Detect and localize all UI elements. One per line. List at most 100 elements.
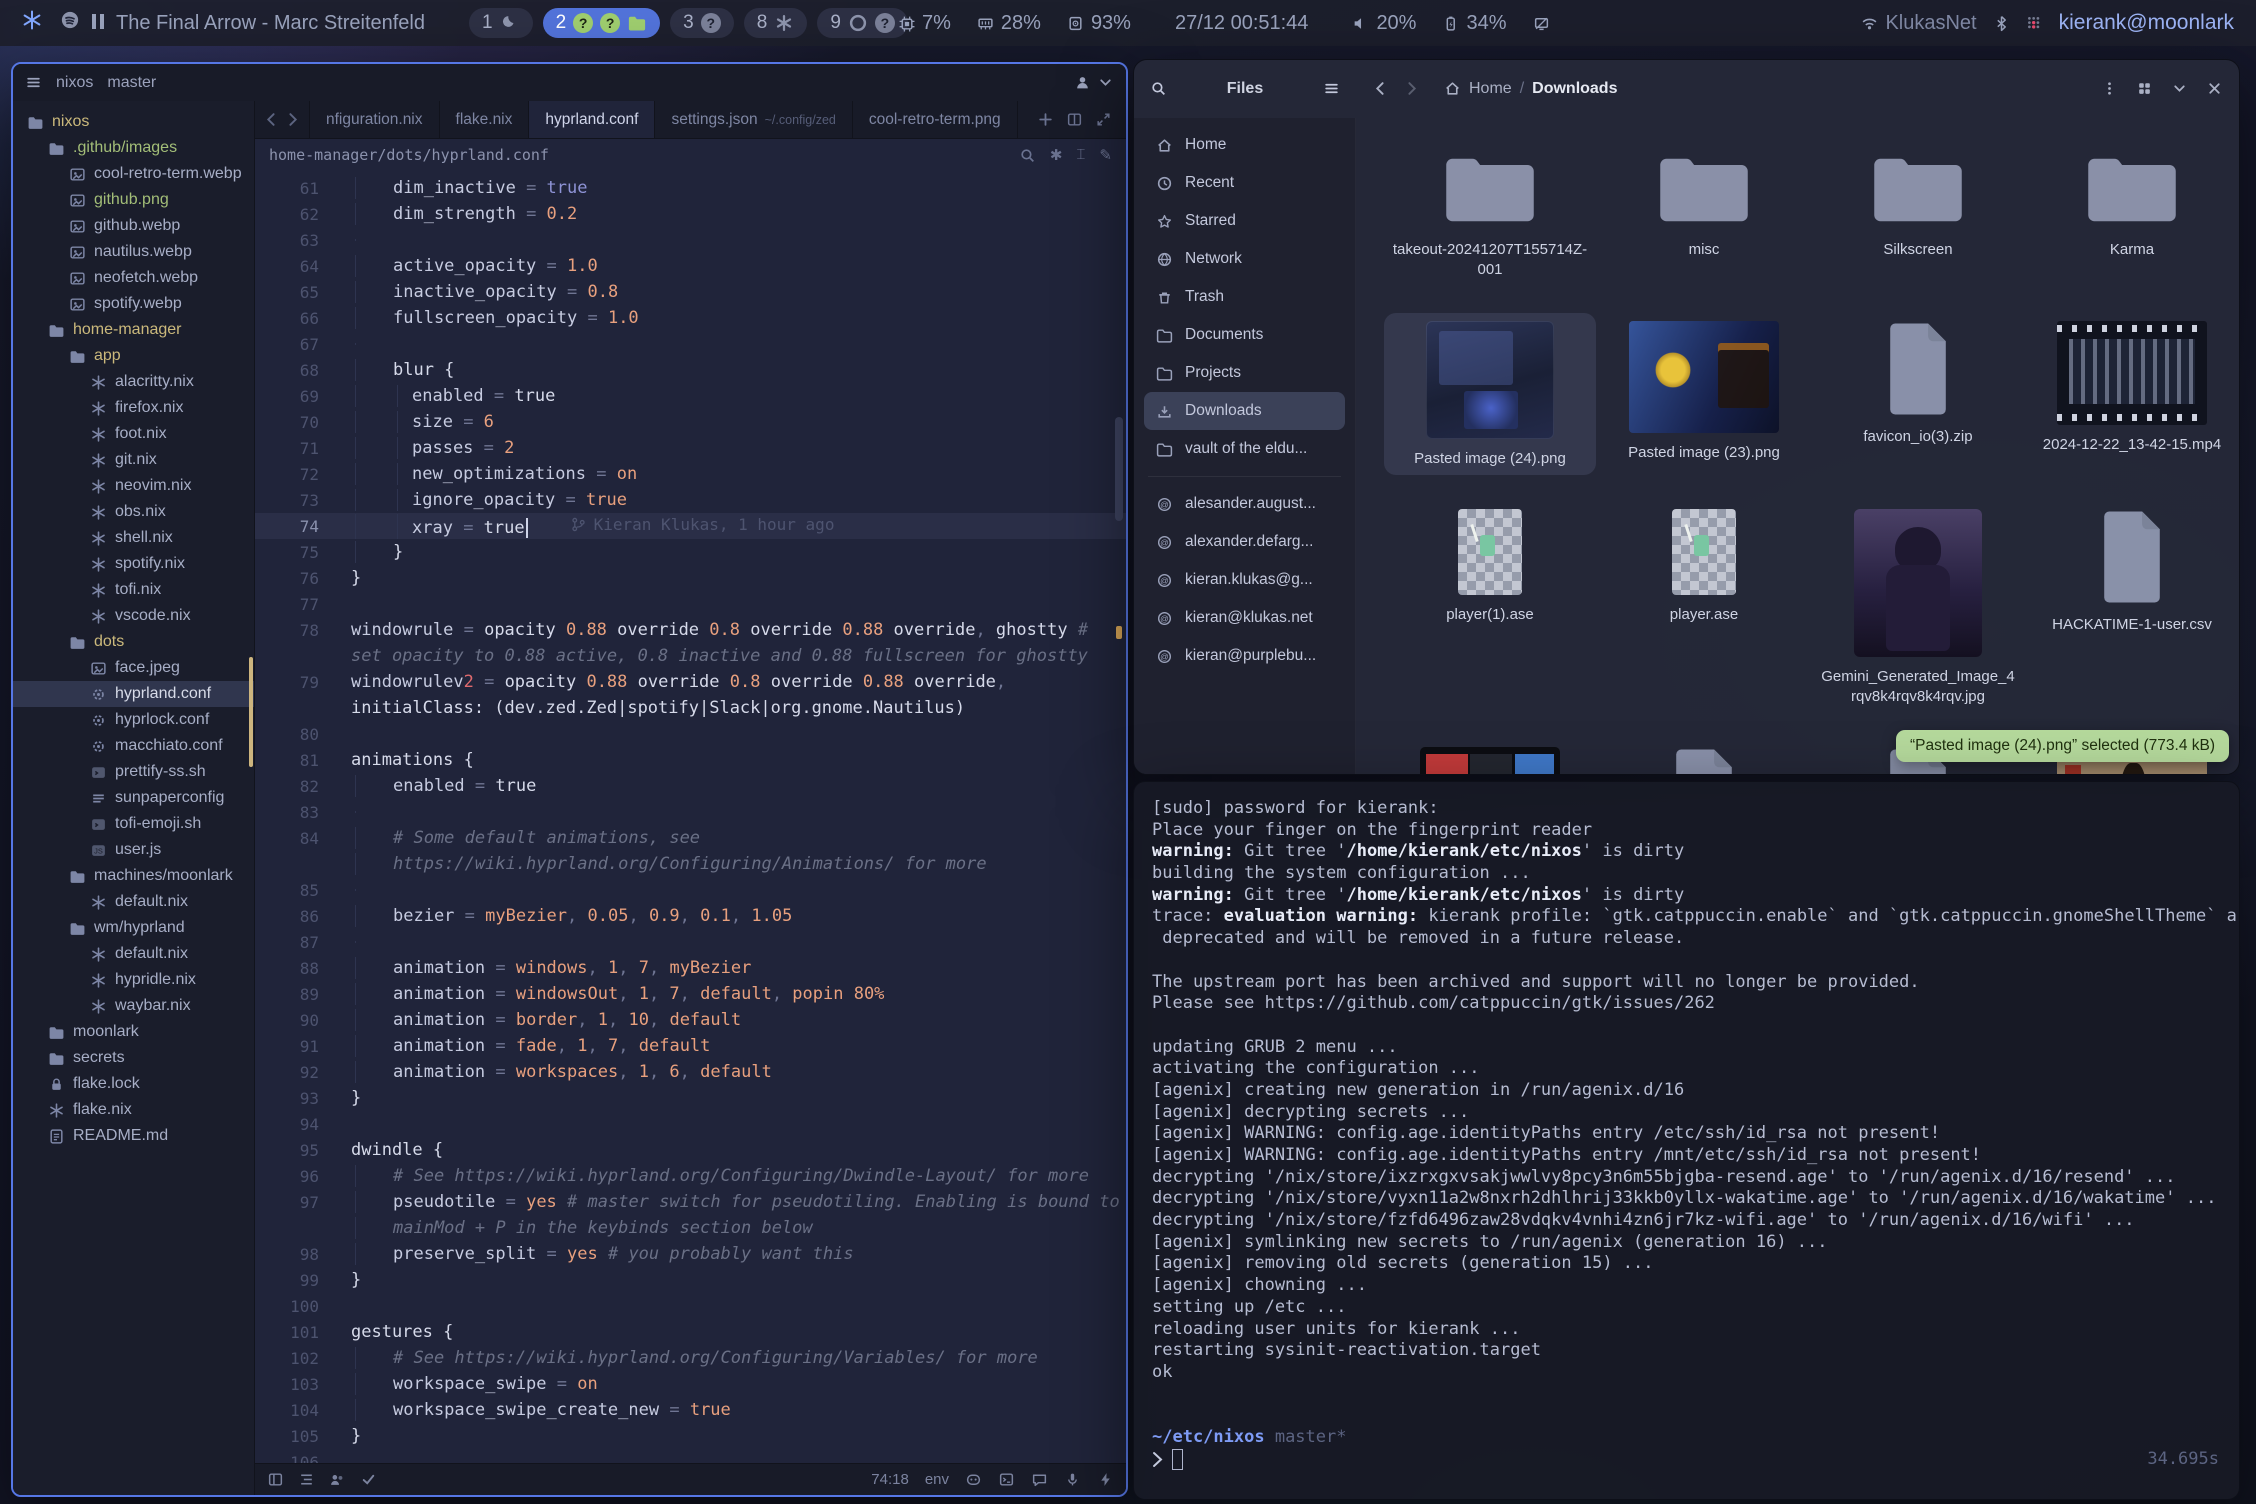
new-tab-icon[interactable] (1037, 111, 1054, 129)
outline-icon[interactable] (298, 1471, 315, 1489)
file-item[interactable]: Silkscreen (1812, 142, 2024, 287)
terminal-toggle-icon[interactable] (998, 1471, 1015, 1489)
tree-item[interactable]: wm/hyprland (13, 915, 254, 941)
tree-item[interactable]: cool-retro-term.webp (13, 161, 254, 187)
tab-hyprland.conf[interactable]: hyprland.conf (529, 101, 655, 138)
tree-item[interactable]: secrets (13, 1045, 254, 1071)
sidebar-account[interactable]: @alesander.august... (1144, 485, 1345, 523)
tree-item[interactable]: default.nix (13, 941, 254, 967)
copilot-icon[interactable] (965, 1471, 982, 1489)
file-item[interactable]: player.ase (1598, 501, 1810, 714)
performance-icon[interactable] (1097, 1471, 1114, 1489)
tree-item[interactable]: flake.lock (13, 1071, 254, 1097)
code-line[interactable]: 64active_opacity = 1.0 (255, 253, 1126, 279)
tree-item[interactable]: home-manager (13, 317, 254, 343)
code-line[interactable]: 82enabled = true (255, 773, 1126, 799)
sidebar-item-Network[interactable]: Network (1144, 240, 1345, 278)
close-icon[interactable] (2206, 80, 2223, 98)
tree-item[interactable]: git.nix (13, 447, 254, 473)
tab-flake.nix[interactable]: flake.nix (440, 101, 530, 138)
tree-item[interactable]: foot.nix (13, 421, 254, 447)
code-line[interactable]: 81animations { (255, 747, 1126, 773)
maximize-pane-icon[interactable] (1095, 111, 1112, 129)
tree-item[interactable]: nautilus.webp (13, 239, 254, 265)
workspace-button-2[interactable]: 2?? (543, 8, 661, 38)
tree-item[interactable]: spotify.nix (13, 551, 254, 577)
tree-item[interactable]: JSuser.js (13, 837, 254, 863)
collab-icon[interactable] (329, 1471, 346, 1489)
code-line[interactable]: 85 (255, 877, 1126, 903)
chevron-down-icon[interactable] (1097, 74, 1114, 92)
code-line[interactable]: 87 (255, 929, 1126, 955)
code-line[interactable]: 106 (255, 1449, 1126, 1463)
workspace-button-3[interactable]: 3? (670, 8, 734, 38)
code-line[interactable]: 77 (255, 591, 1126, 617)
code-line[interactable]: 88animation = windows, 1, 7, myBezier (255, 955, 1126, 981)
tree-item[interactable]: alacritty.nix (13, 369, 254, 395)
code-editor[interactable]: 6061dim_inactive = true62dim_strength = … (255, 171, 1126, 1463)
code-line[interactable]: 96# See https://wiki.hyprland.org/Config… (255, 1163, 1126, 1189)
breadcrumb[interactable]: Home / Downloads (1444, 80, 1617, 98)
mic-icon[interactable] (1064, 1471, 1081, 1489)
nav-back-icon[interactable] (263, 111, 280, 129)
sidebar-item-Starred[interactable]: Starred (1144, 202, 1345, 240)
code-line[interactable]: 80 (255, 721, 1126, 747)
file-item[interactable]: favicon_io(3).zip (1812, 313, 2024, 475)
media-widget[interactable]: The Final Arrow - Marc Streitenfeld (60, 10, 425, 36)
code-line[interactable]: 89animation = windowsOut, 1, 7, default,… (255, 981, 1126, 1007)
sidebar-account[interactable]: @kieran@purplebu... (1144, 637, 1345, 675)
terminal-window[interactable]: [sudo] password for kierank:Place your f… (1133, 781, 2240, 1500)
code-line[interactable]: 72new_optimizations = on (255, 461, 1126, 487)
edit-icon[interactable]: ✎ (1099, 146, 1112, 164)
file-item[interactable]: Pasted image (24).png (1384, 313, 1596, 475)
tree-item[interactable]: macchiato.conf (13, 733, 254, 759)
code-line[interactable]: 71passes = 2 (255, 435, 1126, 461)
code-line[interactable]: 61dim_inactive = true (255, 175, 1126, 201)
code-line[interactable]: 65inactive_opacity = 0.8 (255, 279, 1126, 305)
editor-scrollbar[interactable] (1115, 417, 1123, 521)
assistant-icon[interactable] (1031, 1471, 1048, 1489)
code-line[interactable]: mainMod + P in the keybinds section belo… (255, 1215, 1126, 1241)
code-line[interactable]: 83 (255, 799, 1126, 825)
avatar-icon[interactable] (1074, 74, 1091, 92)
pause-icon[interactable] (90, 12, 106, 35)
code-line[interactable]: 104workspace_swipe_create_new = true (255, 1397, 1126, 1423)
tree-item[interactable]: firefox.nix (13, 395, 254, 421)
sidebar-account[interactable]: @kieran.klukas@g... (1144, 561, 1345, 599)
code-line[interactable]: 100 (255, 1293, 1126, 1319)
code-line[interactable]: 97pseudotile = yes # master switch for p… (255, 1189, 1126, 1215)
file-item[interactable]: DoubloonLeaderboard.csv (1598, 739, 1810, 774)
tree-item[interactable]: tofi.nix (13, 577, 254, 603)
sidebar-account[interactable]: @kieran@klukas.net (1144, 599, 1345, 637)
workspace-button-8[interactable]: 8 (744, 8, 808, 38)
code-line[interactable]: 86bezier = myBezier, 0.05, 0.9, 0.1, 1.0… (255, 903, 1126, 929)
tree-item[interactable]: tofi-emoji.sh (13, 811, 254, 837)
search-icon[interactable] (1019, 146, 1036, 164)
tree-item[interactable]: machines/moonlark (13, 863, 254, 889)
file-item[interactable]: misc (1598, 142, 1810, 287)
tree-item[interactable]: app (13, 343, 254, 369)
code-line[interactable]: 91animation = fade, 1, 7, default (255, 1033, 1126, 1059)
tree-item[interactable]: hypridle.nix (13, 967, 254, 993)
sidebar-item-Trash[interactable]: Trash (1144, 278, 1345, 316)
sidebar-item-Recent[interactable]: Recent (1144, 164, 1345, 202)
code-line[interactable]: 69enabled = true (255, 383, 1126, 409)
workspace-button-9[interactable]: 9? (817, 8, 908, 38)
code-line[interactable]: 105} (255, 1423, 1126, 1449)
code-line[interactable]: 84# Some default animations, see (255, 825, 1126, 851)
file-item[interactable]: player(1).ase (1384, 501, 1596, 714)
code-line[interactable]: 73ignore_opacity = true (255, 487, 1126, 513)
file-item[interactable]: HACKATIME-1-user.csv (2026, 501, 2238, 714)
code-line[interactable]: 92animation = workspaces, 1, 6, default (255, 1059, 1126, 1085)
code-line[interactable]: 78windowrule = opacity 0.88 override 0.8… (255, 617, 1126, 643)
breadcrumb[interactable]: home-manager/dots/hyprland.conf ✱ ⌶ ✎ (255, 139, 1126, 171)
code-line[interactable]: 90animation = border, 1, 10, default (255, 1007, 1126, 1033)
network-widget[interactable]: KlukasNet (1861, 12, 1976, 35)
code-line[interactable]: 74xray = trueKieran Klukas, 1 hour ago (255, 513, 1126, 539)
tree-item[interactable]: flake.nix (13, 1097, 254, 1123)
nixos-logo-icon[interactable] (22, 10, 42, 36)
code-line[interactable]: 99} (255, 1267, 1126, 1293)
tree-item[interactable]: hyprland.conf (13, 681, 254, 707)
tree-item[interactable]: neovim.nix (13, 473, 254, 499)
sidebar-item-vault of the eldu...[interactable]: vault of the eldu... (1144, 430, 1345, 468)
